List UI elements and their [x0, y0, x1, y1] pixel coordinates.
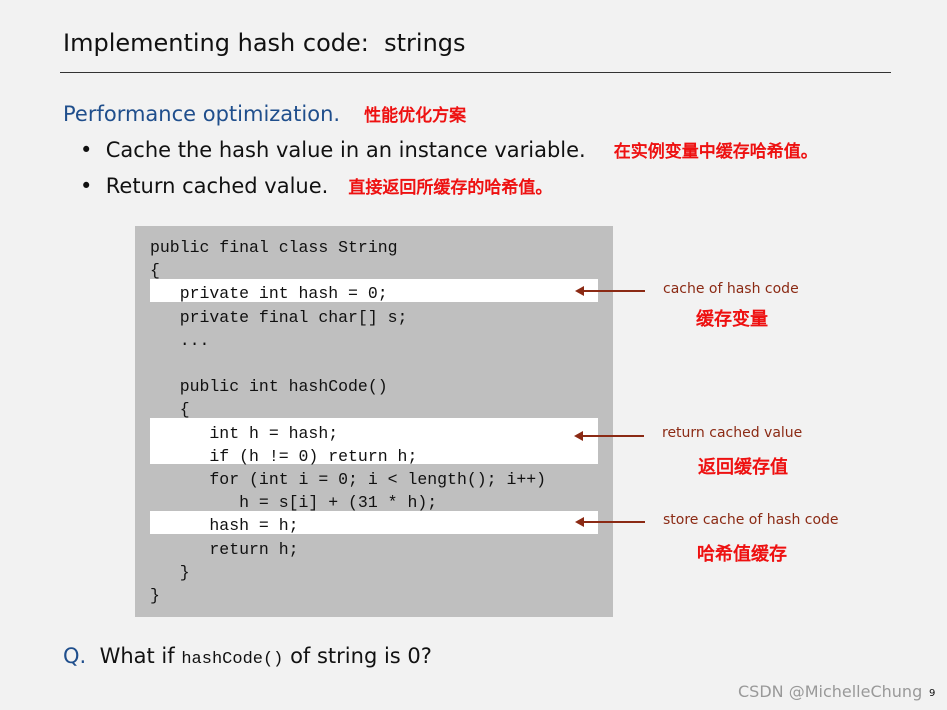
code-line: {: [150, 400, 190, 420]
question-label: Q.: [63, 644, 87, 668]
bullet-text: Cache the hash value in an instance vari…: [105, 138, 586, 162]
slide-title: Implementing hash code: strings: [63, 29, 466, 57]
code-line: hash = h;: [150, 516, 299, 536]
performance-heading-cn: 性能优化方案: [364, 106, 467, 126]
code-line: }: [150, 562, 190, 582]
annotation-2: return cached value: [662, 425, 803, 441]
question-pre: What if: [99, 644, 175, 668]
code-line: public int hashCode(): [150, 377, 388, 397]
annotation-2-cn: 返回缓存值: [698, 457, 788, 478]
watermark: CSDN @MichelleChung: [738, 682, 923, 701]
code-line: {: [150, 261, 160, 281]
title-divider: [60, 72, 891, 73]
code-line: private int hash = 0;: [150, 284, 388, 304]
annotation-3: store cache of hash code: [663, 512, 839, 528]
annotation-1-cn: 缓存变量: [696, 309, 768, 330]
code-line: public final class String: [150, 238, 398, 257]
code-line: for (int i = 0; i < length(); i++): [150, 470, 547, 489]
annotation-1: cache of hash code: [663, 281, 799, 297]
bullet-cn: 在实例变量中缓存哈希值。: [613, 142, 818, 162]
code-line: return h;: [150, 539, 299, 559]
bullet-text: Return cached value.: [105, 174, 329, 198]
arrow-left-icon: [575, 286, 645, 296]
arrow-left-icon: [575, 517, 645, 527]
code-line: }: [150, 586, 160, 605]
bullet-cn: 直接返回所缓存的哈希值。: [348, 178, 553, 198]
performance-heading-text: Performance optimization.: [63, 102, 341, 126]
bullet-2: • Return cached value. 直接返回所缓存的哈希值。: [80, 174, 553, 198]
code-line: if (h != 0) return h;: [150, 446, 418, 466]
page-number: 9: [929, 688, 936, 699]
performance-heading: Performance optimization. 性能优化方案: [63, 101, 466, 126]
code-line: h = s[i] + (31 * h);: [150, 493, 438, 513]
arrow-left-icon: [574, 431, 644, 441]
question-code: hashCode(): [181, 650, 284, 669]
annotation-3-cn: 哈希值缓存: [697, 544, 787, 565]
bullet-1: • Cache the hash value in an instance va…: [80, 138, 818, 162]
code-line: int h = hash;: [150, 423, 339, 443]
code-line: private final char[] s;: [150, 307, 408, 327]
question-post: of string is 0?: [290, 644, 432, 668]
question: Q. What if hashCode() of string is 0?: [63, 644, 432, 669]
code-line: ...: [150, 330, 210, 350]
